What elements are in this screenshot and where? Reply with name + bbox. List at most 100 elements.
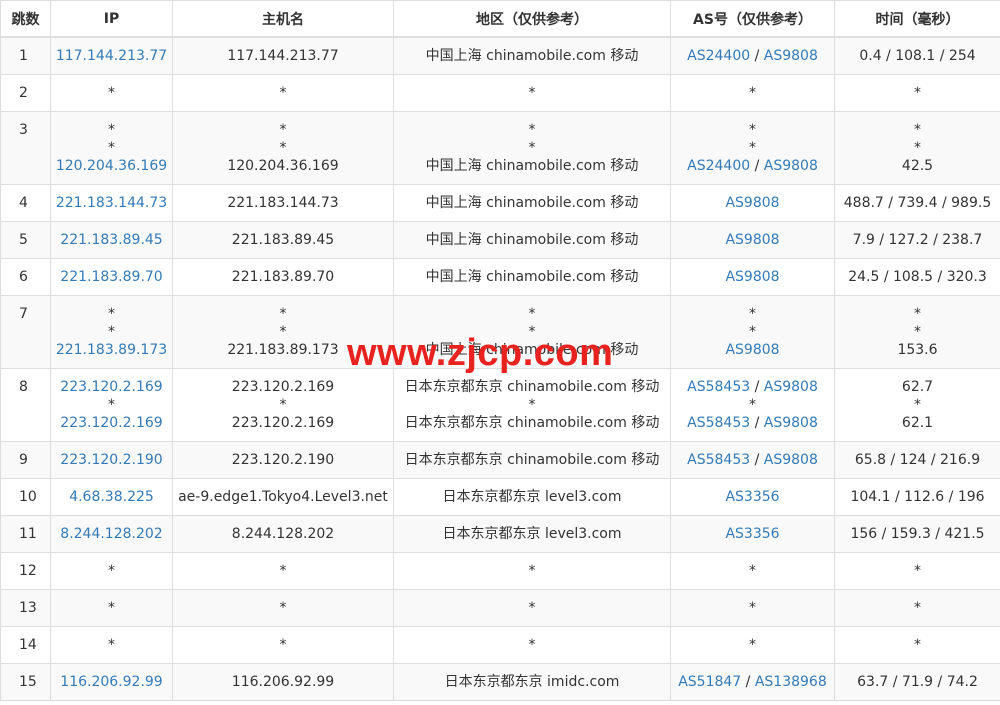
as-link[interactable]: AS9808 [764, 48, 818, 64]
table-row: 7 * * 221.183.89.173 * * 221.183.89.173 * * 中国上海 … [0, 295, 1000, 369]
ip-cell: * * 221.183.89.173 [50, 295, 173, 369]
hostname-text: 223.120.2.169 [231, 415, 335, 431]
ip-link[interactable]: 223.120.2.169 [60, 379, 162, 395]
as-link[interactable]: AS9808 [725, 342, 779, 358]
ip-line: 8.244.128.202 [55, 525, 168, 543]
as-cell: AS3356 [670, 478, 835, 516]
region-text: 中国上海 chinamobile.com 移动 [425, 158, 639, 174]
as-link[interactable]: AS9808 [725, 232, 779, 248]
as-cell: * * AS24400 / AS9808 [670, 111, 835, 185]
as-link[interactable]: AS9808 [764, 379, 818, 395]
as-link[interactable]: AS58453 [687, 452, 750, 468]
table-row: 11 8.244.128.202 8.244.128.202 日本东京都东京 leve… [0, 515, 1000, 553]
as-link[interactable]: AS9808 [764, 452, 818, 468]
hop-number: 2 [0, 74, 51, 112]
hop-number: 3 [0, 111, 51, 185]
time-text: 0.4 / 108.1 / 254 [859, 48, 976, 64]
time-text: * [914, 637, 921, 653]
ip-link[interactable]: 117.144.213.77 [56, 48, 167, 64]
ip-unknown: * [108, 397, 115, 413]
time-text: * [914, 397, 921, 413]
region-cell: * [393, 626, 671, 664]
hop-number: 1 [0, 36, 51, 75]
time-text: * [914, 122, 921, 138]
ip-link[interactable]: 223.120.2.169 [60, 415, 162, 431]
ip-line: 117.144.213.77 [55, 47, 168, 65]
region-text: 日本东京都东京 chinamobile.com 移动 [404, 415, 660, 431]
ip-link[interactable]: 221.183.89.70 [60, 269, 162, 285]
ip-link[interactable]: 4.68.38.225 [69, 489, 154, 505]
time-cell: 104.1 / 112.6 / 196 [834, 478, 1000, 516]
as-cell: AS51847 / AS138968 [670, 663, 835, 701]
hostname-text: * [279, 563, 287, 579]
as-link[interactable]: AS51847 [678, 674, 741, 690]
time-text: 156 / 159.3 / 421.5 [850, 526, 985, 542]
hostname-cell: 223.120.2.190 [172, 441, 394, 479]
as-unknown: * [749, 306, 756, 322]
region-text: 中国上海 chinamobile.com 移动 [425, 269, 639, 285]
ip-line: 223.120.2.169 [55, 378, 168, 396]
as-cell: * [670, 626, 835, 664]
region-cell: 日本东京都东京 level3.com [393, 515, 671, 553]
hostname-cell: * [172, 626, 394, 664]
ip-link[interactable]: 221.183.89.173 [56, 342, 167, 358]
as-line: AS3356 [675, 488, 830, 506]
region-cell: * [393, 589, 671, 627]
time-text: * [914, 85, 921, 101]
as-line: AS9808 [675, 341, 830, 359]
ip-cell: * [50, 626, 173, 664]
hostname-cell: 221.183.89.45 [172, 221, 394, 259]
header-region: 地区（仅供参考） [393, 0, 671, 38]
time-cell: * [834, 74, 1000, 112]
table-row: 1 117.144.213.77 117.144.213.77 中国上海 chinam… [0, 36, 1000, 75]
table-row: 10 4.68.38.225 ae-9.edge1.Tokyo4.Level3.ne… [0, 478, 1000, 516]
ip-link[interactable]: 116.206.92.99 [60, 674, 162, 690]
as-separator: / [750, 452, 764, 468]
traceroute-table: 跳数 IP 主机名 地区（仅供参考） AS号（仅供参考） 时间（毫秒） 1 117… [0, 0, 1000, 701]
ip-unknown: * [108, 306, 115, 322]
as-link[interactable]: AS24400 [687, 158, 750, 174]
region-cell: * * 中国上海 chinamobile.com 移动 [393, 111, 671, 185]
table-row: 6 221.183.89.70 221.183.89.70 中国上海 chinamob… [0, 258, 1000, 296]
time-text: 42.5 [901, 158, 934, 174]
hostname-cell: 116.206.92.99 [172, 663, 394, 701]
as-cell: AS9808 [670, 258, 835, 296]
ip-link[interactable]: 223.120.2.190 [60, 452, 162, 468]
ip-link[interactable]: 120.204.36.169 [56, 158, 167, 174]
ip-cell: * [50, 74, 173, 112]
as-separator: / [750, 158, 764, 174]
table-header-row: 跳数 IP 主机名 地区（仅供参考） AS号（仅供参考） 时间（毫秒） [0, 0, 1000, 38]
ip-link[interactable]: 221.183.144.73 [56, 195, 167, 211]
hop-number: 5 [0, 221, 51, 259]
ip-line: 4.68.38.225 [55, 488, 168, 506]
hostname-text: 221.183.89.45 [231, 232, 335, 248]
hop-number: 8 [0, 368, 51, 442]
as-link[interactable]: AS9808 [764, 158, 818, 174]
region-cell: * [393, 74, 671, 112]
hostname-cell: 221.183.144.73 [172, 184, 394, 222]
ip-link[interactable]: 221.183.89.45 [60, 232, 162, 248]
ip-link[interactable]: 8.244.128.202 [60, 526, 162, 542]
as-link[interactable]: AS58453 [687, 415, 750, 431]
as-link[interactable]: AS138968 [755, 674, 827, 690]
region-text: 日本东京都东京 imidc.com [444, 674, 620, 690]
as-link[interactable]: AS24400 [687, 48, 750, 64]
as-link[interactable]: AS9808 [725, 269, 779, 285]
table-row: 3 * * 120.204.36.169 * * 120.204.36.169 * * 中国上海 … [0, 111, 1000, 185]
as-link[interactable]: AS9808 [764, 415, 818, 431]
as-link[interactable]: AS3356 [725, 489, 779, 505]
ip-unknown: * [108, 85, 115, 101]
as-cell: * * AS9808 [670, 295, 835, 369]
as-link[interactable]: AS3356 [725, 526, 779, 542]
as-link[interactable]: AS58453 [687, 379, 750, 395]
as-cell: AS9808 [670, 184, 835, 222]
region-text: 日本东京都东京 chinamobile.com 移动 [404, 452, 660, 468]
time-cell: * * 42.5 [834, 111, 1000, 185]
as-unknown: * [749, 637, 756, 653]
region-text: 中国上海 chinamobile.com 移动 [425, 342, 639, 358]
as-link[interactable]: AS9808 [725, 195, 779, 211]
hostname-text: * [279, 397, 287, 413]
ip-cell: 221.183.89.45 [50, 221, 173, 259]
region-cell: * * 中国上海 chinamobile.com 移动 [393, 295, 671, 369]
ip-unknown: * [108, 563, 115, 579]
